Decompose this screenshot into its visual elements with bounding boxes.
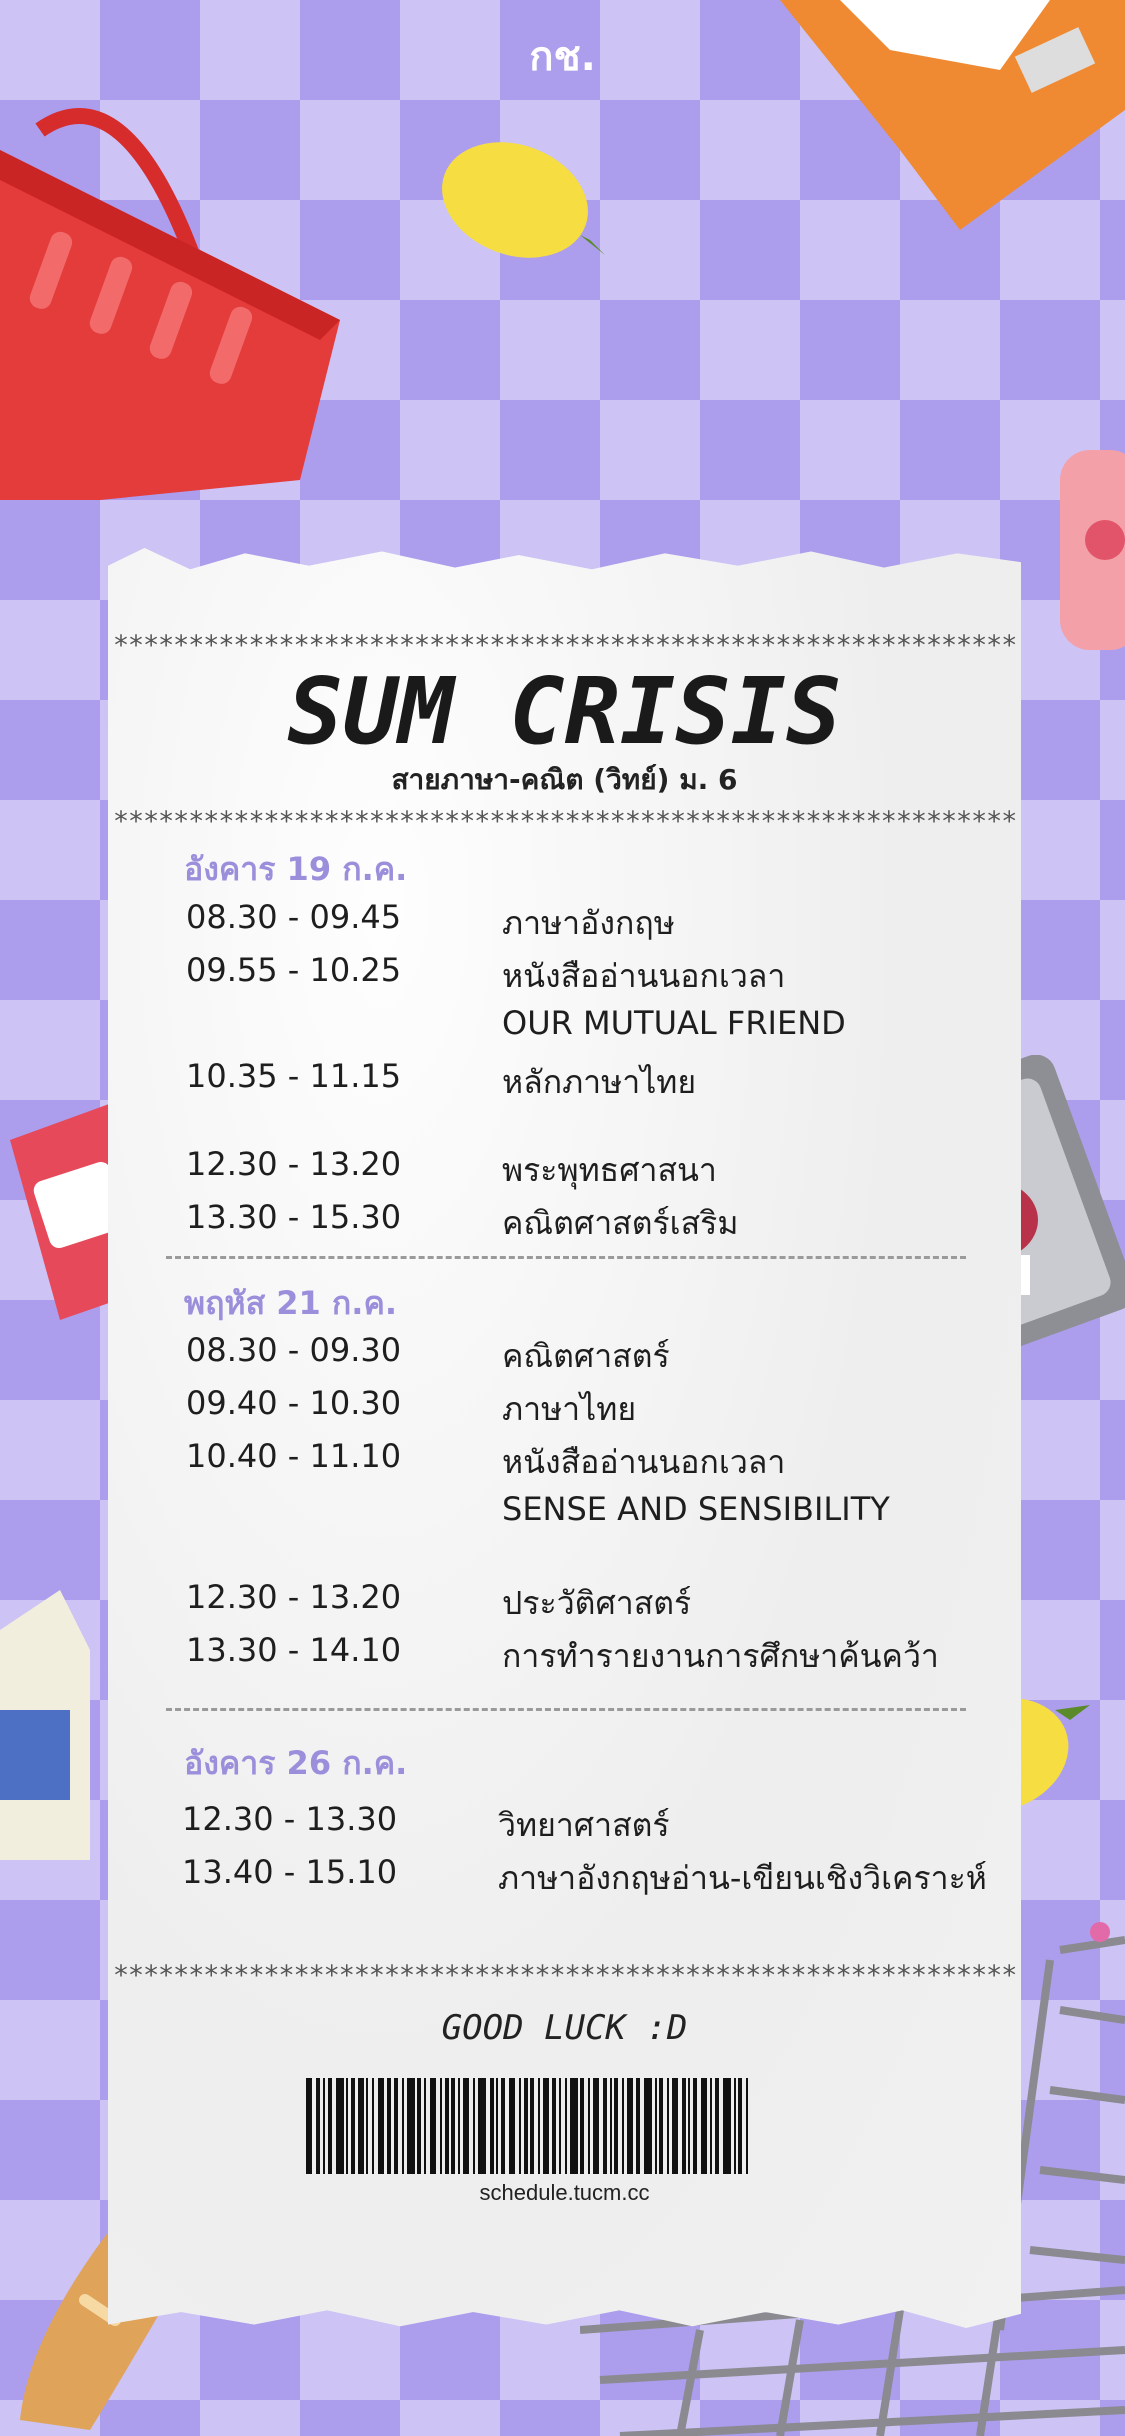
schedule-row: SENSE AND SENSIBILITY [502, 1490, 890, 1528]
day-label: อังคาร 19 ก.ค. [184, 850, 408, 888]
stars-divider: ****************************************… [112, 630, 1018, 661]
lemon-icon [442, 142, 605, 258]
schedule-row: 13.30 - 15.30 คณิตศาสตร์เสริม [186, 1198, 739, 1242]
schedule-row: 13.30 - 14.10 การทำรายงานการศึกษาค้นคว้า [186, 1631, 939, 1675]
day-label: พฤหัส 21 ก.ค. [184, 1284, 397, 1322]
schedule-row: 10.35 - 11.15 หลักภาษาไทย [186, 1057, 697, 1101]
receipt-card: ****************************************… [108, 548, 1021, 2328]
stars-divider: ****************************************… [112, 1960, 1018, 1991]
schedule-row: 09.40 - 10.30 ภาษาไทย [186, 1384, 637, 1428]
schedule-row: 08.30 - 09.30 คณิตศาสตร์ [186, 1331, 670, 1375]
stars-divider: ****************************************… [112, 806, 1018, 837]
chips-bag-icon [780, 0, 1125, 230]
barcode-icon [306, 2078, 836, 2174]
schedule-row: 13.40 - 15.10 ภาษาอังกฤษอ่าน-เขียนเชิงวิเ… [182, 1853, 987, 1897]
can-icon [1060, 450, 1125, 650]
milk-carton-icon [0, 1590, 90, 1860]
receipt-title: SUM CRISIS [287, 658, 842, 765]
schedule-row: 12.30 - 13.20 ประวัติศาสตร์ [186, 1578, 692, 1622]
schedule-row: 12.30 - 13.30 วิทยาศาสตร์ [182, 1800, 670, 1844]
shopping-basket-icon [0, 108, 340, 500]
barcode-url[interactable]: schedule.tucm.cc [108, 2180, 1021, 2206]
dashed-divider [166, 1256, 966, 1259]
day-label: อังคาร 26 ก.ค. [184, 1744, 408, 1782]
dashed-divider [166, 1708, 966, 1711]
receipt-subtitle: สายภาษา-คณิต (วิทย์) ม. 6 [391, 763, 738, 796]
good-luck-footer: GOOD LUCK :D [441, 2008, 688, 2048]
schedule-row: OUR MUTUAL FRIEND [502, 1004, 846, 1042]
schedule-row: 10.40 - 11.10 หนังสืออ่านนอกเวลา [186, 1437, 786, 1481]
schedule-row: 08.30 - 09.45 ภาษาอังกฤษ [186, 898, 675, 942]
schedule-row: 09.55 - 10.25 หนังสืออ่านนอกเวลา [186, 951, 786, 995]
schedule-row: 12.30 - 13.20 พระพุทธศาสนา [186, 1145, 717, 1189]
